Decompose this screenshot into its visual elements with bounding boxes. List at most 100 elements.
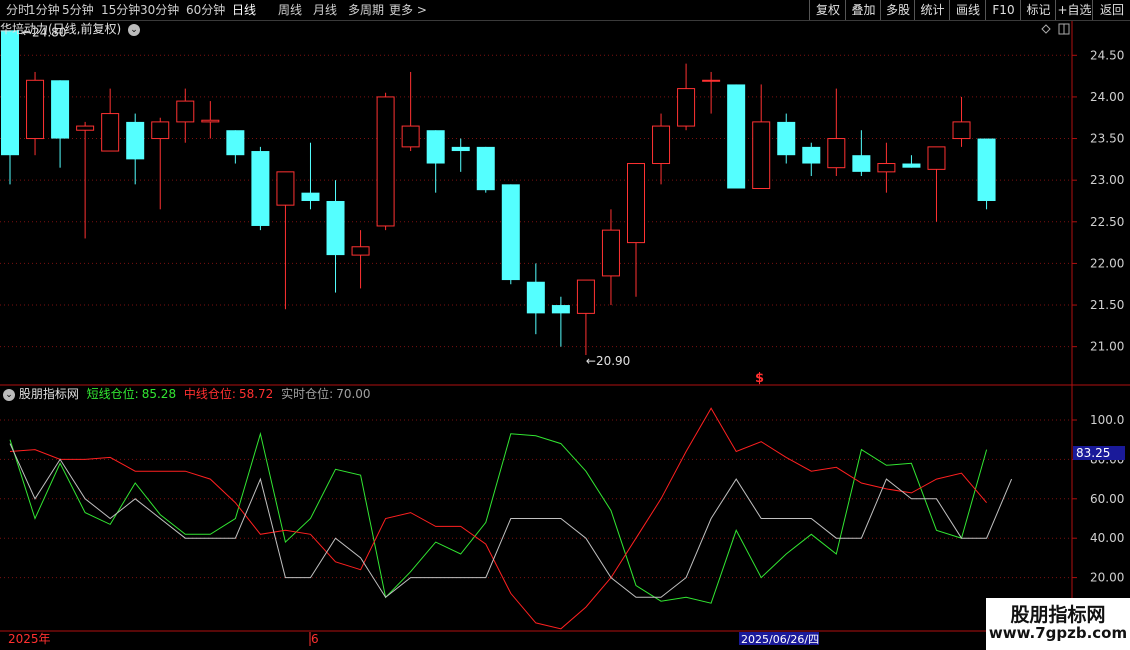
- indicator-tick-label: 100.0: [1090, 413, 1124, 427]
- real-position-value: 70.00: [336, 387, 371, 401]
- stock-title-bar: 华培动力(日线,前复权) ⌄: [0, 21, 141, 37]
- candle-body-up: [752, 121, 771, 189]
- candlestick-series: [1, 30, 996, 355]
- candle-body-up: [652, 125, 671, 165]
- candle-body-down: [852, 155, 871, 172]
- candle-body-up: [376, 96, 395, 227]
- current-value-label: 83.25: [1076, 446, 1110, 460]
- indicator-name: 股朋指标网: [18, 387, 79, 401]
- candle-body-up: [151, 121, 170, 140]
- mid-line: [9, 407, 987, 630]
- period-tab[interactable]: 30分钟: [140, 2, 179, 18]
- toolbar-button[interactable]: 标记: [1020, 0, 1056, 20]
- stock-title: 华培动力(日线,前复权): [0, 22, 122, 36]
- price-tick-label: 23.00: [1090, 173, 1124, 187]
- candle-body-down: [426, 130, 445, 164]
- toolbar-button[interactable]: +自选: [1055, 0, 1093, 20]
- candle-body-up: [827, 138, 846, 169]
- candle-body-up: [351, 246, 370, 256]
- toolbar-button[interactable]: F10: [985, 0, 1021, 20]
- price-tick-label: 24.50: [1090, 48, 1124, 62]
- indicator-tick-label: 20.00: [1090, 571, 1124, 585]
- candle-body-up: [601, 229, 620, 277]
- mid-position-label: 中线仓位:: [183, 387, 236, 401]
- period-tab[interactable]: 月线: [313, 2, 337, 18]
- real-position-label: 实时仓位:: [281, 387, 334, 401]
- candle-body-up: [677, 88, 696, 127]
- candle-body-up: [101, 113, 120, 152]
- price-tick-label: 21.00: [1090, 340, 1124, 354]
- candle-body-down: [551, 305, 570, 314]
- candle-body-up: [176, 100, 195, 123]
- period-tab[interactable]: 15分钟: [101, 2, 140, 18]
- mid-position-value: 58.72: [238, 387, 274, 401]
- year-label: 2025年: [8, 632, 51, 646]
- candle-body-down: [1, 30, 19, 156]
- price-tick-label: 22.50: [1090, 215, 1124, 229]
- indicator-lines: [9, 407, 1013, 630]
- month-label: 6: [311, 632, 319, 646]
- indicator-title-bar: ⌄ 股朋指标网 短线仓位: 85.28 中线仓位: 58.72 实时仓位: 70.00: [0, 386, 371, 402]
- candle-body-up: [201, 119, 220, 123]
- candle-body-down: [126, 121, 145, 160]
- candle-body-down: [226, 130, 245, 156]
- toolbar-button[interactable]: 画线: [949, 0, 986, 20]
- price-tick-label: 22.00: [1090, 256, 1124, 270]
- period-tab[interactable]: 分时: [6, 2, 30, 18]
- candle-body-down: [501, 184, 520, 281]
- candle-body-up: [627, 163, 645, 244]
- indicator-tick-label: 40.00: [1090, 531, 1124, 545]
- candle-body-down: [977, 138, 996, 201]
- cursor-date-label: 2025/06/26/四: [741, 633, 819, 646]
- price-tick-label: 23.50: [1090, 132, 1124, 146]
- period-tab[interactable]: 多周期: [348, 2, 384, 18]
- period-toolbar: 分时 1分钟 5分钟 15分钟 30分钟 60分钟 日线 周线 月线 多周期 更多 > 复权 叠加 多股统…: [0, 0, 1130, 21]
- candle-body-up: [76, 125, 95, 131]
- watermark-url: www.7gpzb.com: [988, 624, 1128, 642]
- toolbar-button[interactable]: 多股: [880, 0, 915, 20]
- period-tab[interactable]: 更多 >: [389, 2, 427, 18]
- toolbar-button[interactable]: 复权: [809, 0, 846, 20]
- chart-canvas: 24.50 24.00 23.50 23.00 22.50 22.00 21.50 21.00…: [0, 21, 1130, 650]
- candle-body-down: [727, 84, 746, 189]
- grid-lines: [0, 21, 1130, 650]
- candle-body-up: [26, 79, 45, 140]
- candle-body-up: [952, 121, 971, 140]
- candle-body-down: [301, 192, 320, 201]
- toolbar-button[interactable]: 统计: [914, 0, 950, 20]
- price-tick-label: 21.50: [1090, 298, 1124, 312]
- period-tab[interactable]: 1分钟: [28, 2, 60, 18]
- candle-body-up: [927, 146, 946, 170]
- watermark-logo: 股朋指标网 www.7gpzb.com: [986, 598, 1130, 650]
- candle-body-down: [902, 163, 921, 168]
- period-tab[interactable]: 5分钟: [62, 2, 94, 18]
- toolbar-button[interactable]: 叠加: [845, 0, 881, 20]
- real-line: [9, 443, 1013, 599]
- signal-mark: $: [755, 371, 764, 386]
- candle-body-up: [401, 125, 420, 148]
- short-position-label: 短线仓位:: [86, 387, 139, 401]
- period-tab[interactable]: 60分钟: [186, 2, 225, 18]
- candle-body-up: [576, 279, 595, 314]
- candle-body-up: [877, 163, 896, 173]
- short-position-value: 85.28: [141, 387, 177, 401]
- indicator-tick-label: 60.00: [1090, 492, 1124, 506]
- candle-body-up: [276, 171, 295, 206]
- price-tick-label: 24.00: [1090, 90, 1124, 104]
- candle-body-down: [777, 121, 796, 156]
- price-axis: 24.50 24.00 23.50 23.00 22.50 22.00 21.50 21.00…: [1072, 48, 1125, 585]
- chevron-down-icon[interactable]: ⌄: [128, 23, 141, 36]
- candle-body-up: [702, 79, 721, 82]
- watermark-name: 股朋指标网: [1010, 604, 1106, 626]
- chevron-down-icon[interactable]: ⌄: [3, 388, 15, 401]
- min-price-label: ←20.90: [586, 354, 630, 368]
- candle-body-down: [326, 200, 345, 256]
- candle-body-down: [802, 146, 821, 164]
- toolbar-button[interactable]: 返回: [1092, 0, 1130, 20]
- period-tab[interactable]: 日线: [232, 2, 256, 18]
- candle-body-down: [476, 146, 495, 191]
- period-tab[interactable]: 周线: [278, 2, 302, 18]
- diamond-icon: [1041, 24, 1051, 34]
- candle-body-down: [451, 146, 470, 152]
- candle-body-down: [526, 281, 545, 314]
